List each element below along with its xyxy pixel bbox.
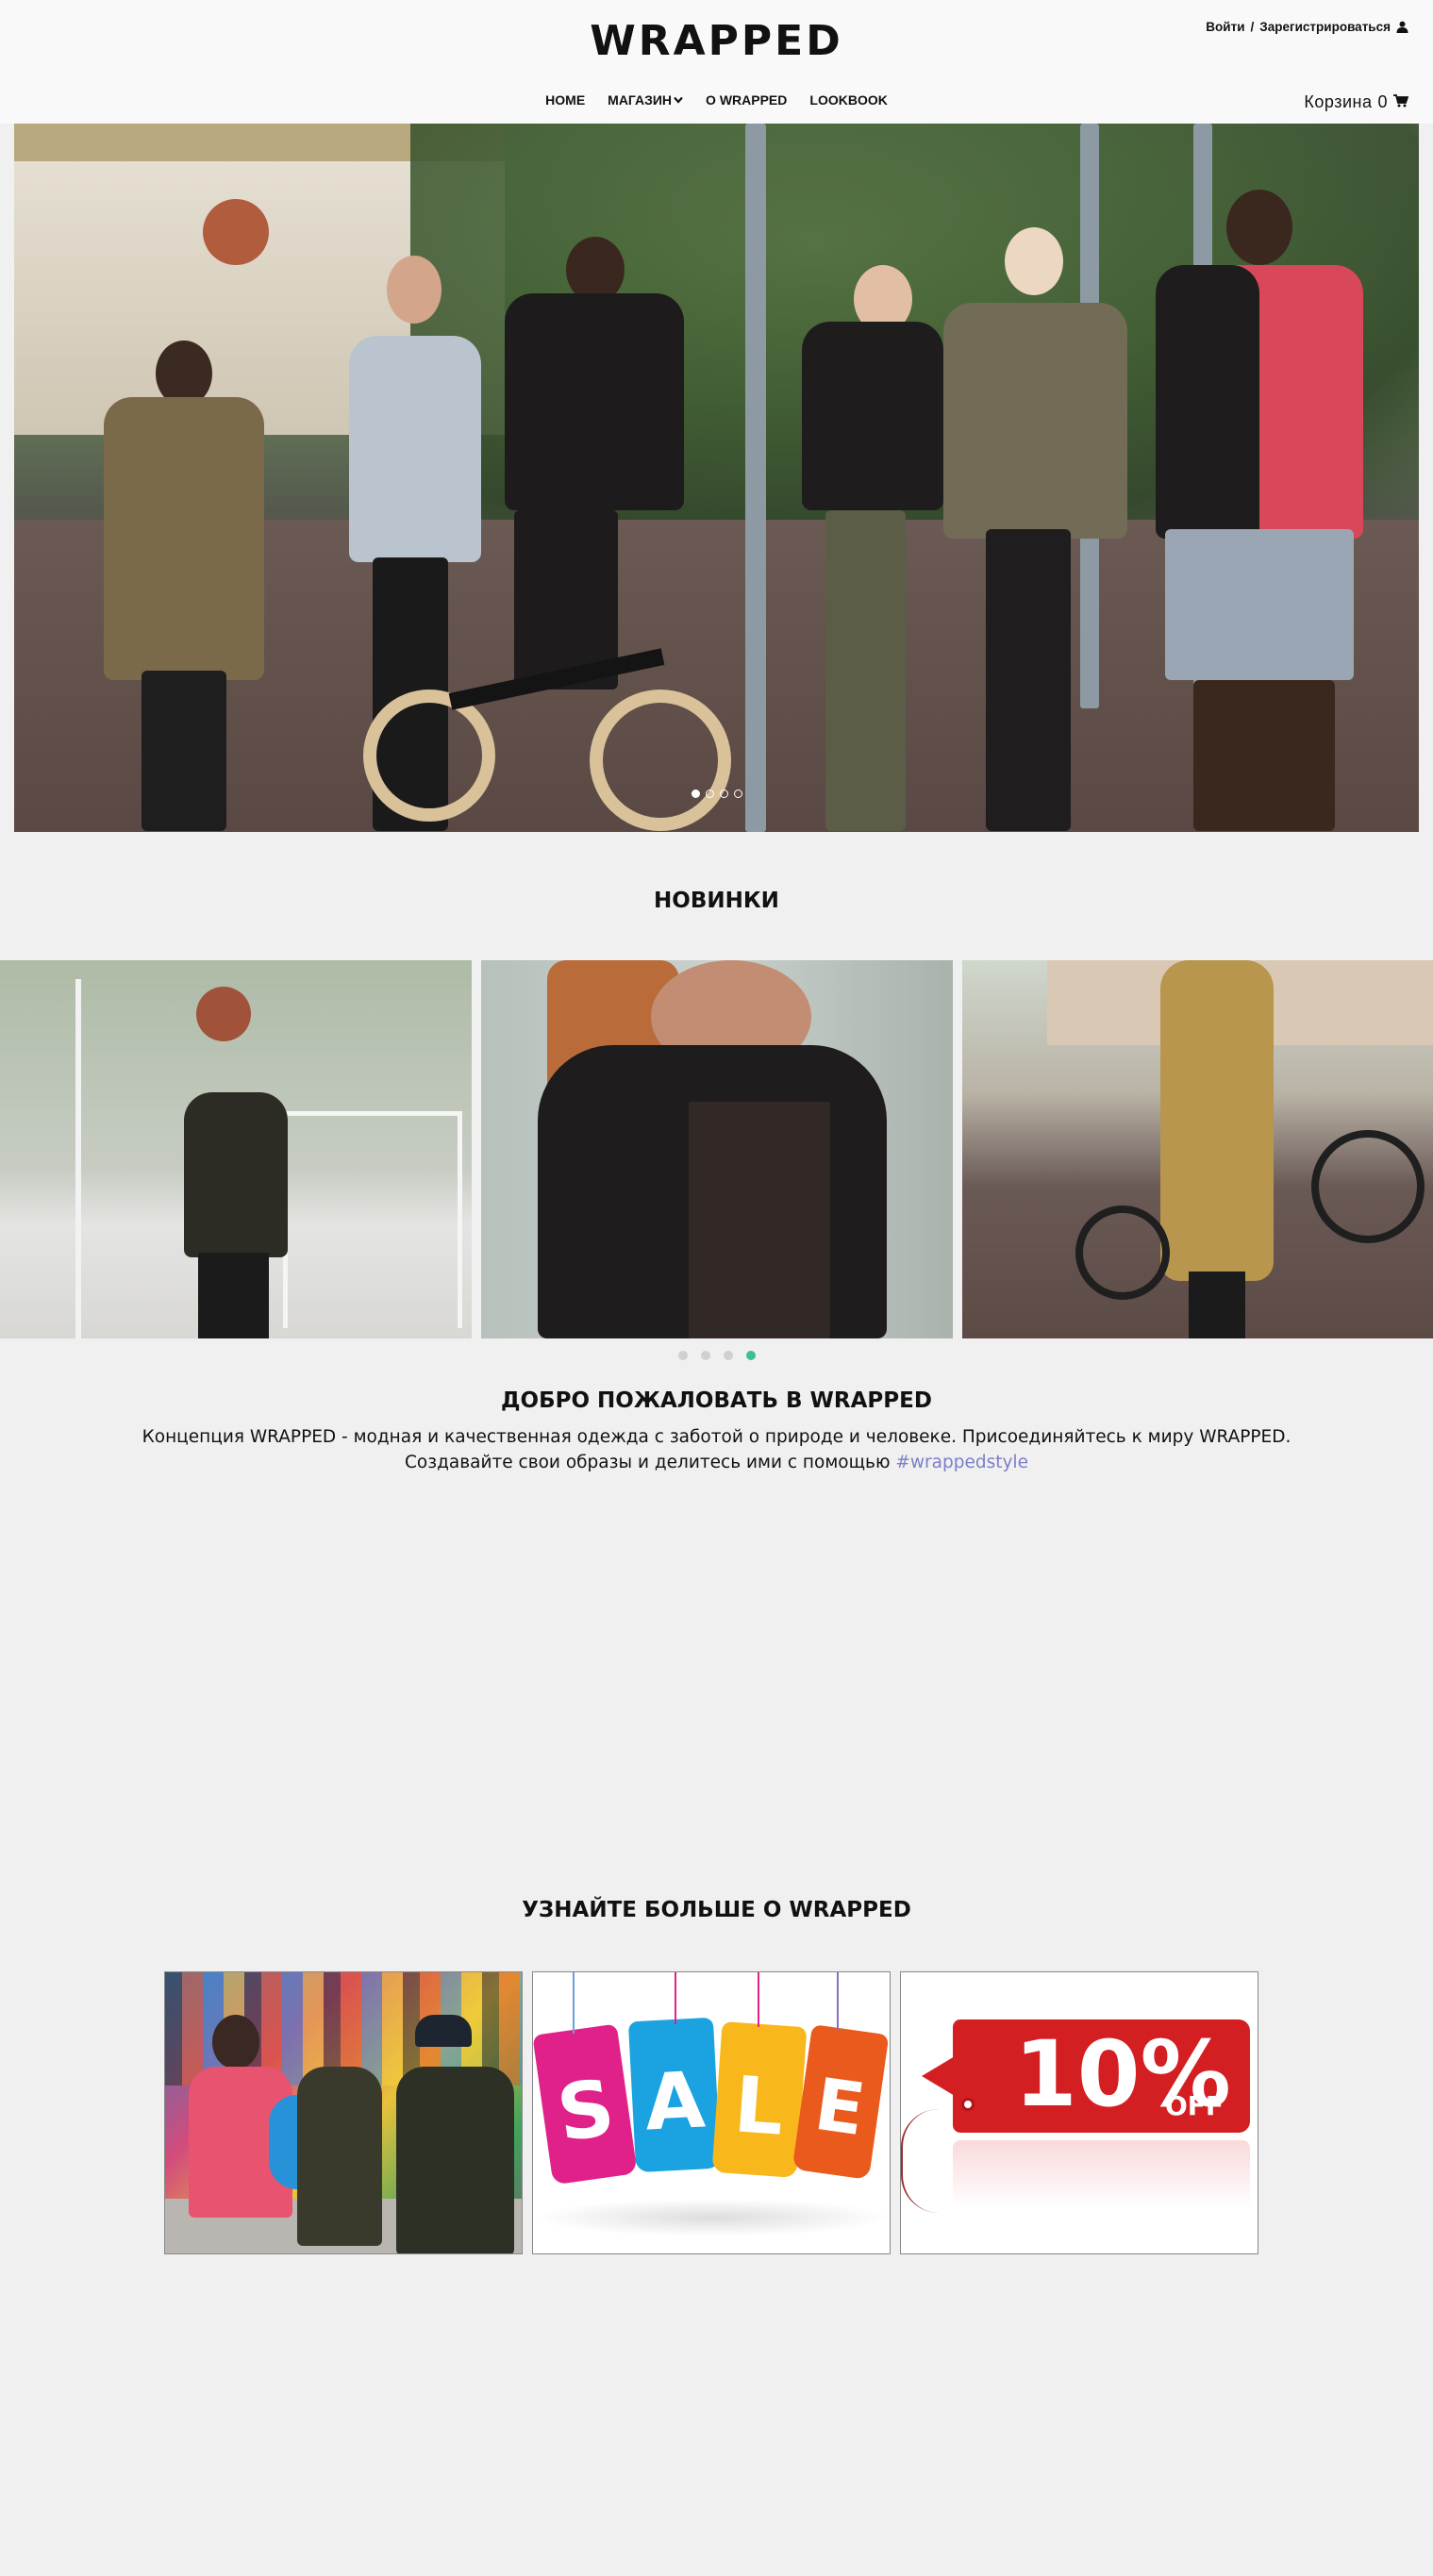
login-link[interactable]: Войти [1206, 20, 1244, 34]
discount-off: OFF [1165, 2090, 1225, 2121]
auth-links: Войти / Зарегистрироваться [1206, 20, 1408, 34]
hero-person [90, 199, 278, 831]
nav-item-lookbook[interactable]: LOOKBOOK [809, 92, 887, 108]
tile-discount[interactable]: 10% OFF [900, 1971, 1258, 2254]
sale-tag: S [533, 2023, 638, 2185]
learn-more-tiles: S A L E 10% OFF [164, 1971, 1258, 2254]
carousel-dot[interactable] [745, 1351, 756, 1360]
hero-dot[interactable] [719, 789, 728, 798]
hero-dot[interactable] [691, 789, 700, 798]
hero-person [778, 133, 948, 831]
user-icon[interactable] [1396, 21, 1408, 33]
auth-separator: / [1250, 20, 1255, 34]
welcome-line-2-text: Создавайте свои образы и делитесь ими с … [405, 1453, 891, 1472]
tile-sale[interactable]: S A L E [532, 1971, 891, 2254]
nav-item-label: О WRAPPED [706, 92, 788, 108]
welcome-title: ДОБРО ПОЖАЛОВАТЬ В WRAPPED [501, 1388, 932, 1413]
register-link[interactable]: Зарегистрироваться [1259, 20, 1391, 34]
carousel-dot[interactable] [700, 1351, 710, 1360]
nav-item-label: МАГАЗИН [608, 92, 673, 108]
carousel-dot[interactable] [677, 1351, 688, 1360]
cart-label: Корзина [1304, 92, 1373, 111]
sale-tag: L [711, 2021, 808, 2178]
site-header: WRAPPED Войти / Зарегистрироваться HOME … [0, 0, 1433, 124]
tile-family-photo[interactable] [164, 1971, 523, 2254]
hero-person [1137, 190, 1382, 831]
cart-count: 0 [1377, 92, 1388, 111]
welcome-line-1: Концепция WRAPPED - модная и качественна… [142, 1427, 1291, 1447]
new-arrivals-title: НОВИНКИ [654, 889, 779, 913]
hero-dot[interactable] [733, 789, 742, 798]
hero-slider-dots [14, 789, 1419, 798]
carousel-dot[interactable] [723, 1351, 733, 1360]
new-arrivals-carousel [0, 960, 1433, 1338]
learn-more-title: УЗНАЙТЕ БОЛЬШЕ О WRAPPED [522, 1898, 911, 1922]
welcome-line-2: Создавайте свои образы и делитесь ими с … [0, 1450, 1433, 1475]
product-card[interactable] [481, 960, 953, 1338]
chevron-down-icon [674, 96, 683, 104]
product-card[interactable] [962, 960, 1433, 1338]
sale-tag: E [791, 2024, 890, 2180]
nav-item-label: HOME [545, 92, 586, 108]
cart-button[interactable]: Корзина 0 [1304, 92, 1409, 112]
hero-pole [745, 124, 766, 832]
hero-dot[interactable] [705, 789, 714, 798]
hero-person [939, 227, 1127, 831]
nav-item-about[interactable]: О WRAPPED [706, 92, 787, 108]
hero-slider[interactable] [14, 124, 1419, 832]
hashtag-link[interactable]: #wrappedstyle [895, 1453, 1028, 1472]
sale-tag: A [627, 2017, 722, 2173]
product-card[interactable] [0, 960, 472, 1338]
cart-icon [1393, 92, 1409, 112]
nav-item-shop[interactable]: МАГАЗИН [608, 92, 683, 108]
nav-item-home[interactable]: HOME [545, 92, 585, 108]
main-nav: HOME МАГАЗИН О WRAPPED LOOKBOOK [0, 92, 1433, 108]
new-arrivals-dots [0, 1351, 1433, 1360]
welcome-text: Концепция WRAPPED - модная и качественна… [0, 1424, 1433, 1475]
nav-item-label: LOOKBOOK [809, 92, 888, 108]
